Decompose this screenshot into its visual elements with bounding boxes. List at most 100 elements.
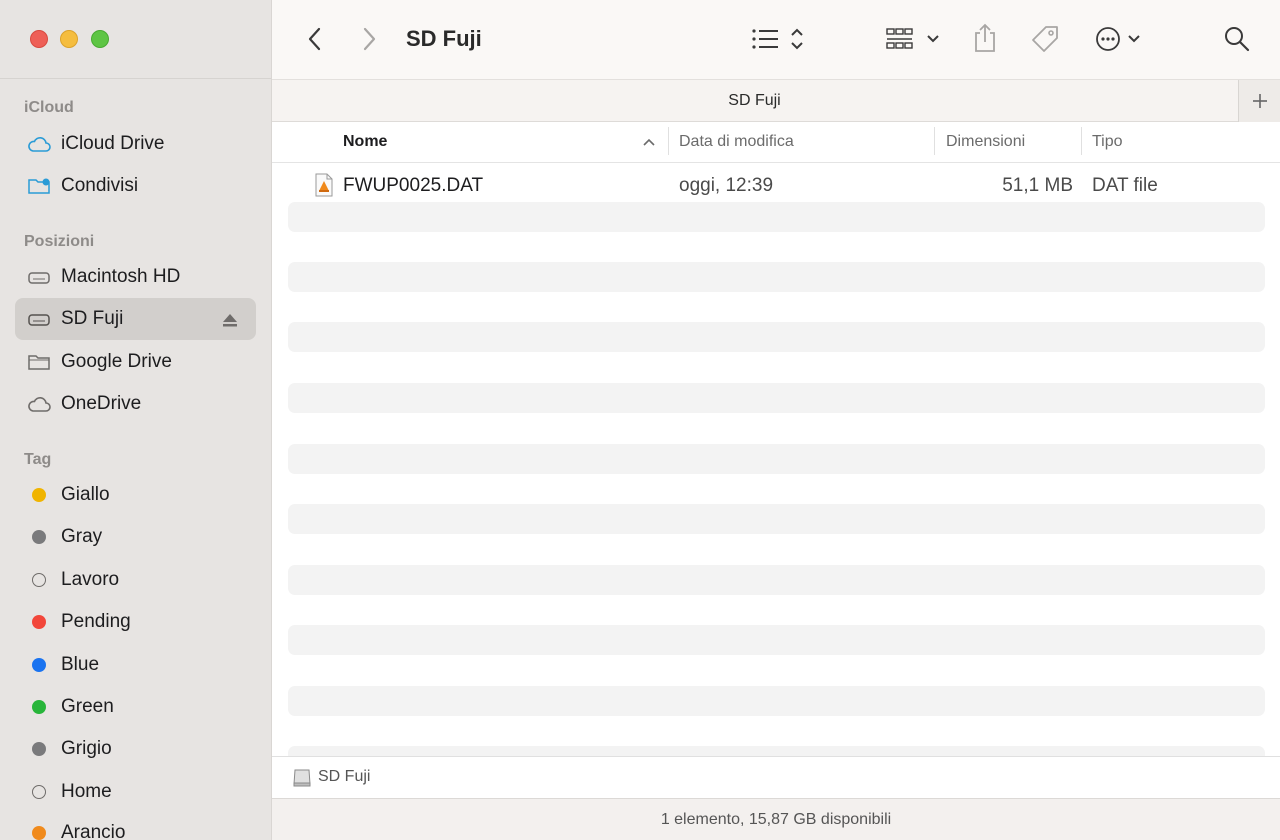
- sidebar-item-onedrive[interactable]: OneDrive: [15, 383, 256, 425]
- sidebar-tag-giallo[interactable]: Giallo: [15, 474, 256, 516]
- sidebar-section-tags: Tag: [24, 451, 52, 468]
- path-bar: SD Fuji: [272, 756, 1280, 798]
- sidebar-item-label: Arancio: [61, 822, 126, 840]
- sidebar-tag-home[interactable]: Home: [15, 771, 256, 813]
- empty-row: [288, 383, 1265, 413]
- sidebar-tag-grigio[interactable]: Grigio: [15, 728, 256, 770]
- sidebar-tag-green[interactable]: Green: [15, 686, 256, 728]
- sidebar-item-google-drive[interactable]: Google Drive: [15, 341, 256, 383]
- cloud-icon: [27, 134, 51, 154]
- tag-dot-icon: [32, 785, 46, 799]
- chevron-right-icon: [363, 27, 376, 51]
- sidebar-item-label: SD Fuji: [61, 308, 124, 329]
- column-header-name[interactable]: Nome: [343, 133, 387, 151]
- column-divider[interactable]: [934, 127, 935, 155]
- status-bar: 1 elemento, 15,87 GB disponibili: [272, 798, 1280, 840]
- zoom-window-button[interactable]: [91, 30, 109, 48]
- group-button[interactable]: [884, 24, 944, 54]
- grid-group-icon: [886, 28, 939, 49]
- window-controls: [0, 0, 271, 79]
- forward-button[interactable]: [354, 24, 384, 54]
- sidebar-item-label: Condivisi: [61, 175, 139, 196]
- file-modified: oggi, 12:39: [679, 175, 774, 196]
- sidebar-item-label: Macintosh HD: [61, 266, 181, 287]
- empty-row: [288, 322, 1265, 352]
- drive-icon: [292, 768, 312, 788]
- search-button[interactable]: [1222, 24, 1252, 54]
- minimize-window-button[interactable]: [60, 30, 78, 48]
- plus-icon: [1252, 94, 1267, 108]
- toolbar: SD Fuji: [272, 0, 1280, 79]
- list-view-icon: [752, 28, 803, 50]
- sidebar-tag-arancio[interactable]: Arancio: [15, 812, 256, 840]
- search-icon: [1225, 27, 1250, 52]
- sidebar-item-macintosh-hd[interactable]: Macintosh HD: [15, 256, 256, 298]
- file-row[interactable]: FWUP0025.DAT oggi, 12:39 51,1 MB DAT fil…: [272, 166, 1280, 204]
- sidebar-tag-pending[interactable]: Pending: [15, 601, 256, 643]
- window-title: SD Fuji: [406, 26, 482, 51]
- sidebar: iCloud iCloud Drive Condivisi Posizioni …: [0, 0, 272, 840]
- file-kind: DAT file: [1092, 175, 1158, 196]
- folder-icon: [27, 352, 51, 372]
- more-actions-button[interactable]: [1094, 24, 1144, 54]
- file-name: FWUP0025.DAT: [343, 175, 484, 196]
- sidebar-item-label: Green: [61, 696, 114, 717]
- tag-dot-icon: [32, 742, 46, 756]
- view-mode-button[interactable]: [750, 24, 808, 54]
- tab-sd-fuji[interactable]: SD Fuji: [272, 92, 1237, 110]
- empty-row: [288, 202, 1265, 232]
- empty-row: [288, 444, 1265, 474]
- main-pane: SD Fuji SD Fuji Nome Data di modifica Di…: [272, 0, 1280, 840]
- sidebar-item-icloud-drive[interactable]: iCloud Drive: [15, 123, 256, 165]
- sidebar-item-label: OneDrive: [61, 393, 142, 414]
- path-item-sd-fuji[interactable]: SD Fuji: [318, 768, 370, 786]
- tag-icon: [1032, 26, 1058, 52]
- sidebar-item-sd-fuji[interactable]: SD Fuji: [15, 298, 256, 340]
- new-tab-button[interactable]: [1238, 80, 1280, 122]
- sidebar-item-label: Lavoro: [61, 569, 120, 590]
- empty-row: [288, 262, 1265, 292]
- sidebar-tag-gray[interactable]: Gray: [15, 516, 256, 558]
- tag-dot-icon: [32, 488, 46, 502]
- empty-row: [288, 625, 1265, 655]
- tag-dot-icon: [32, 573, 46, 587]
- share-icon: [975, 23, 995, 52]
- drive-icon: [27, 309, 51, 329]
- sidebar-item-label: Giallo: [61, 484, 110, 505]
- column-divider[interactable]: [1081, 127, 1082, 155]
- sidebar-tag-lavoro[interactable]: Lavoro: [15, 559, 256, 601]
- empty-row: [288, 504, 1265, 534]
- tag-dot-icon: [32, 615, 46, 629]
- column-header-kind[interactable]: Tipo: [1092, 133, 1123, 151]
- sidebar-item-label: Pending: [61, 611, 131, 632]
- empty-row: [288, 565, 1265, 595]
- eject-icon[interactable]: [221, 312, 239, 328]
- status-text: 1 elemento, 15,87 GB disponibili: [660, 811, 892, 828]
- sidebar-section-locations: Posizioni: [24, 233, 95, 250]
- column-header-size[interactable]: Dimensioni: [946, 133, 1025, 151]
- close-window-button[interactable]: [30, 30, 48, 48]
- tags-button[interactable]: [1028, 22, 1062, 56]
- file-size: 51,1 MB: [1002, 175, 1073, 196]
- column-divider[interactable]: [668, 127, 669, 155]
- tag-dot-icon: [32, 658, 46, 672]
- tab-bar: SD Fuji: [272, 79, 1280, 122]
- column-header-row: Nome Data di modifica Dimensioni Tipo: [272, 122, 1280, 163]
- sidebar-tag-blue[interactable]: Blue: [15, 644, 256, 686]
- ellipsis-circle-icon: [1096, 27, 1140, 51]
- cloud-icon: [27, 394, 51, 414]
- sidebar-item-label: iCloud Drive: [61, 133, 165, 154]
- shared-folder-icon: [27, 176, 51, 196]
- tag-dot-icon: [32, 700, 46, 714]
- sidebar-item-label: Home: [61, 781, 112, 802]
- vlc-file-icon: [314, 173, 334, 197]
- back-button[interactable]: [300, 24, 330, 54]
- tag-dot-icon: [32, 826, 46, 840]
- column-header-modified[interactable]: Data di modifica: [679, 133, 794, 151]
- chevron-up-icon: [642, 135, 656, 149]
- sidebar-item-label: Google Drive: [61, 351, 172, 372]
- empty-row: [288, 746, 1265, 756]
- share-button[interactable]: [970, 20, 1000, 56]
- chevron-left-icon: [308, 27, 321, 51]
- sidebar-item-condivisi[interactable]: Condivisi: [15, 165, 256, 207]
